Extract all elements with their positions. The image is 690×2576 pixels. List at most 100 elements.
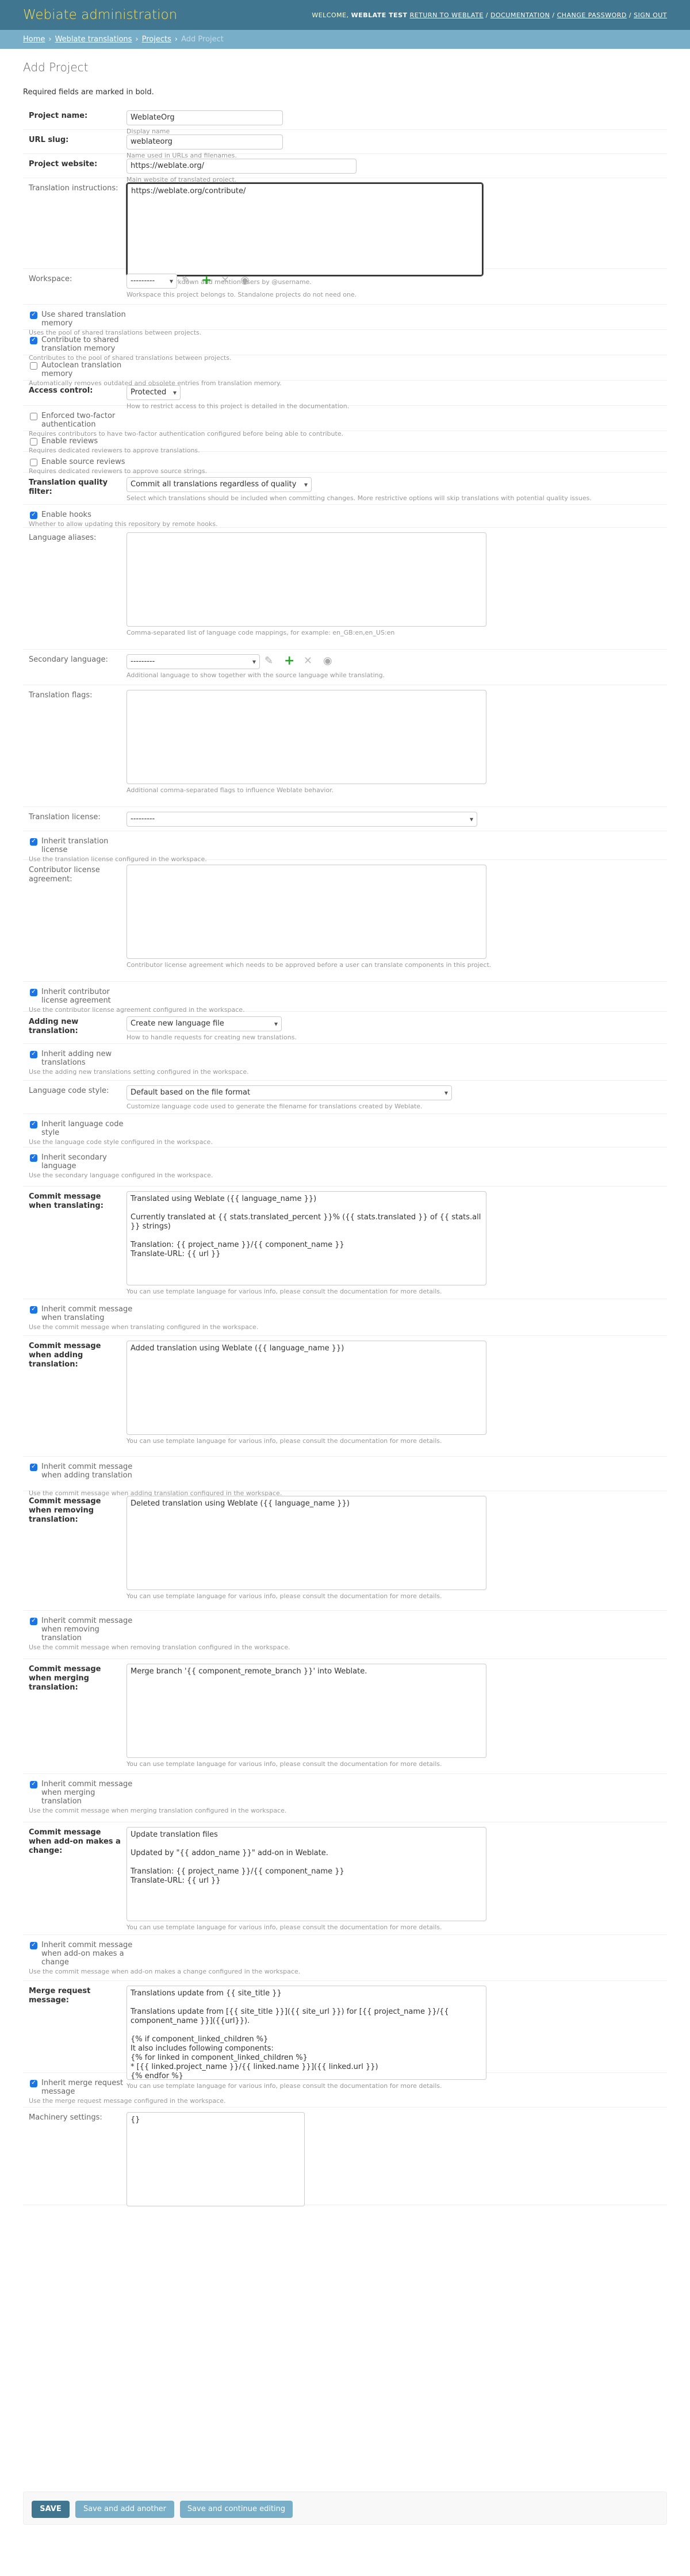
change-password-link[interactable]: CHANGE PASSWORD [557, 11, 627, 19]
breadcrumb-projects[interactable]: Projects [142, 35, 171, 44]
inherit-merge-request-label[interactable]: Inherit merge request message [41, 2079, 133, 2096]
secondary-select[interactable]: --------- [126, 654, 260, 669]
inherit-commit-removing-help: Use the commit message when removing tra… [29, 1644, 290, 1651]
form-row-reviews: Enable reviews Requires dedicated reviewe… [23, 431, 667, 454]
quality-filter-select[interactable]: Commit all translations regardless of qu… [126, 477, 312, 492]
new-lang-select[interactable]: Create new language file [126, 1016, 282, 1031]
commit-merging-textarea[interactable]: Merge branch '{{ component_remote_branch… [126, 1664, 486, 1758]
inherit-secondary-label[interactable]: Inherit secondary language [41, 1153, 133, 1170]
source-reviews-label[interactable]: Enable source reviews [41, 458, 133, 466]
flags-textarea[interactable] [126, 690, 486, 784]
slug-input[interactable]: weblateorg [126, 135, 283, 149]
breadcrumb-weblate-translations[interactable]: Weblate translations [55, 35, 132, 44]
new-lang-label: Adding new translation: [29, 1018, 79, 1035]
header-bar: Webiate administration WELCOME, WEBLATE … [0, 0, 690, 30]
save-and-add-another-button[interactable]: Save and add another [75, 2501, 174, 2518]
inherit-commit-addon-label[interactable]: Inherit commit message when add-on makes… [41, 1941, 133, 1967]
inherit-commit-merging-checkbox[interactable] [30, 1780, 37, 1788]
hooks-label[interactable]: Enable hooks [41, 510, 133, 519]
access-select[interactable]: Protected [126, 385, 181, 400]
hooks-checkbox[interactable] [30, 510, 37, 519]
inherit-commit-translating-help: Use the commit message when translating … [29, 1323, 259, 1331]
sign-out-link[interactable]: SIGN OUT [634, 11, 667, 19]
form-row-slug: URL slug: weblateorg Name used in URLs and… [23, 130, 667, 159]
code-style-select[interactable]: Default based on the file format [126, 1085, 452, 1100]
inherit-license-checkbox[interactable] [30, 837, 37, 846]
add-icon[interactable]: + [201, 274, 212, 287]
aliases-textarea[interactable] [126, 532, 486, 627]
form-row-instructions: Translation instructions: https://weblate… [23, 178, 667, 286]
commit-merging-label: Commit message when merging translation: [29, 1665, 101, 1692]
site-branding[interactable]: Webiate administration [23, 7, 177, 22]
contribute-shared-tm-label[interactable]: Contribute to shared translation memory [41, 336, 133, 353]
license-label: Translation license: [29, 813, 101, 821]
delete-icon[interactable]: ✕ [304, 655, 312, 667]
use-shared-tm-checkbox[interactable] [30, 310, 37, 319]
edit-icon[interactable]: ✎ [264, 655, 273, 667]
commit-addon-textarea[interactable]: Update translation files Updated by "{{ … [126, 1827, 486, 1921]
enforce-2fa-checkbox[interactable] [30, 413, 37, 420]
secondary-label: Secondary language: [29, 655, 108, 664]
machinery-textarea[interactable]: {} [126, 2112, 305, 2206]
inherit-agreement-label[interactable]: Inherit contributor license agreement [41, 988, 133, 1005]
commit-adding-textarea[interactable]: Added translation using Weblate ({{ lang… [126, 1341, 486, 1435]
documentation-link[interactable]: DOCUMENTATION [490, 11, 550, 19]
breadcrumb-home[interactable]: Home [23, 35, 45, 44]
autoclean-tm-label[interactable]: Autoclean translation memory [41, 361, 133, 378]
commit-removing-textarea[interactable]: Deleted translation using Weblate ({{ la… [126, 1496, 486, 1590]
use-shared-tm-label[interactable]: Use shared translation memory [41, 310, 133, 328]
name-input[interactable]: WeblateOrg [126, 110, 283, 125]
contribute-shared-tm-checkbox[interactable] [30, 336, 37, 344]
inherit-new-lang-label[interactable]: Inherit adding new translations [41, 1050, 133, 1067]
commit-translating-textarea[interactable]: Translated using Weblate ({{ language_na… [126, 1191, 486, 1285]
save-button[interactable]: SAVE [32, 2501, 70, 2518]
inherit-commit-translating-checkbox[interactable] [30, 1305, 37, 1314]
inherit-commit-removing-label[interactable]: Inherit commit message when removing tra… [41, 1617, 133, 1642]
form-row-inherit-commit-addon: Inherit commit message when add-on makes… [23, 1935, 667, 1981]
commit-adding-help: You can use template language for variou… [126, 1437, 442, 1445]
reviews-checkbox[interactable] [30, 438, 37, 446]
inherit-commit-addon-checkbox[interactable] [30, 1941, 37, 1949]
inherit-secondary-help: Use the secondary language configured in… [29, 1172, 213, 1179]
web-input[interactable]: https://weblate.org/ [126, 159, 356, 174]
inherit-commit-adding-label[interactable]: Inherit commit message when adding trans… [41, 1462, 133, 1480]
breadcrumb-separator: › [135, 35, 139, 44]
inherit-secondary-checkbox[interactable] [30, 1153, 37, 1162]
view-icon[interactable]: ◉ [323, 655, 332, 667]
autoclean-tm-checkbox[interactable] [30, 362, 37, 370]
reviews-label[interactable]: Enable reviews [41, 437, 133, 446]
commit-addon-label: Commit message when add-on makes a chang… [29, 1828, 121, 1855]
merge-request-label: Merge request message: [29, 1987, 91, 2005]
inherit-commit-merging-help: Use the commit message when merging tran… [29, 1807, 287, 1814]
inherit-commit-merging-label[interactable]: Inherit commit message when merging tran… [41, 1780, 133, 1806]
inherit-commit-translating-label[interactable]: Inherit commit message when translating [41, 1305, 133, 1322]
enforce-2fa-label[interactable]: Enforced two-factor authentication [41, 412, 133, 429]
inherit-commit-adding-checkbox[interactable] [30, 1462, 37, 1471]
inherit-commit-removing-checkbox[interactable] [30, 1617, 37, 1625]
return-to-weblate-link[interactable]: RETURN TO WEBLATE [410, 11, 484, 19]
inherit-code-style-label[interactable]: Inherit language code style [41, 1120, 133, 1137]
form-row-commit-removing: Commit message when removing translation… [23, 1491, 667, 1611]
inherit-license-label[interactable]: Inherit translation license [41, 837, 133, 854]
instructions-textarea[interactable]: https://weblate.org/contribute/ [126, 182, 484, 277]
breadcrumb: Home › Weblate translations › Projects › Ad… [0, 30, 690, 49]
license-select[interactable]: --------- [126, 812, 477, 827]
agreement-textarea[interactable] [126, 865, 486, 959]
inherit-code-style-checkbox[interactable] [30, 1120, 37, 1128]
add-icon[interactable]: + [284, 655, 294, 667]
inherit-agreement-checkbox[interactable] [30, 988, 37, 996]
edit-icon[interactable]: ✎ [182, 275, 190, 286]
merge-request-textarea[interactable]: Translations update from {{ site_title }… [126, 1986, 486, 2080]
save-and-continue-button[interactable]: Save and continue editing [180, 2501, 293, 2518]
required-note: Required fields are marked in bold. [23, 88, 154, 97]
workspace-label: Workspace: [29, 275, 72, 283]
form-row-inherit-commit-adding: Inherit commit message when adding trans… [23, 1457, 667, 1497]
view-icon[interactable]: ◉ [240, 275, 250, 286]
commit-adding-label: Commit message when adding translation: [29, 1342, 101, 1369]
workspace-select[interactable]: --------- [126, 274, 177, 289]
delete-icon[interactable]: ✕ [221, 275, 229, 286]
form-row-access: Access control:ProtectedHow to restrict … [23, 381, 667, 410]
inherit-new-lang-checkbox[interactable] [30, 1050, 37, 1058]
inherit-merge-request-checkbox[interactable] [30, 2079, 37, 2087]
source-reviews-checkbox[interactable] [30, 459, 37, 466]
